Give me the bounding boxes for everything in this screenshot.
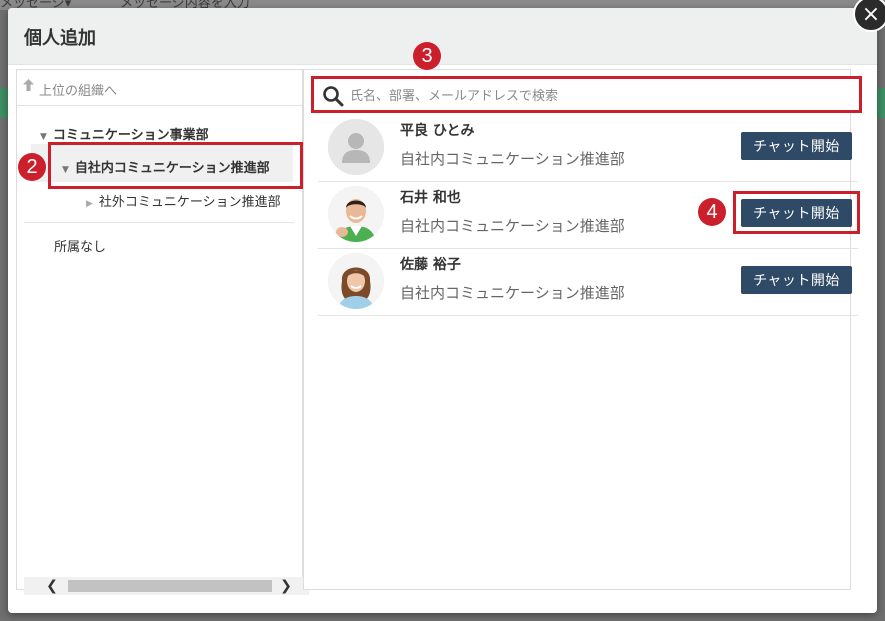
dialog-title: 個人追加 [24, 28, 96, 49]
scroll-left-icon[interactable]: ❮ [42, 577, 62, 595]
tree-item-communication-division[interactable]: ▼ コミュニケーション事業部 [40, 124, 209, 143]
annotation-badge-3: 3 [413, 42, 441, 70]
person-row: 平良 ひとみ 自社内コミュニケーション推進部 チャット開始 [318, 114, 858, 182]
up-arrow-icon [23, 79, 34, 95]
tree-horizontal-scrollbar[interactable]: ❮ ❯ [24, 577, 309, 595]
default-avatar-icon [328, 119, 384, 175]
parent-org-link[interactable]: 上位の組織へ [17, 70, 302, 106]
avatar-woman [328, 253, 384, 309]
parent-org-label: 上位の組織へ [39, 84, 118, 99]
tree-item-label: 社外コミュニケーション推進部 [98, 195, 281, 210]
person-name: 平良 ひとみ [400, 123, 475, 139]
start-chat-button[interactable]: チャット開始 [741, 132, 852, 160]
annotation-box-tree [48, 142, 303, 189]
tree-item-label: 所属なし [54, 240, 107, 255]
annotation-box-chat [733, 191, 860, 234]
person-dept: 自社内コミュニケーション推進部 [400, 217, 625, 235]
tree-item-external-comm[interactable]: ▶ 社外コミュニケーション推進部 [86, 191, 281, 210]
avatar-man [328, 186, 384, 242]
start-chat-button[interactable]: チャット開始 [741, 266, 852, 294]
caret-right-icon: ▶ [86, 199, 93, 209]
person-row: 佐藤 裕子 自社内コミュニケーション推進部 チャット開始 [318, 248, 858, 316]
dialog-header: 個人追加 [8, 8, 877, 65]
person-name: 佐藤 裕子 [400, 257, 461, 273]
search-input[interactable] [348, 83, 852, 109]
scroll-right-icon[interactable]: ❯ [276, 577, 296, 595]
close-icon[interactable]: × [853, 0, 885, 32]
person-dept: 自社内コミュニケーション推進部 [400, 150, 625, 168]
caret-down-icon: ▼ [40, 132, 47, 142]
tree-divider [24, 222, 294, 223]
tree-item-label: コミュニケーション事業部 [52, 128, 209, 143]
person-name: 石井 和也 [400, 190, 461, 206]
person-dept: 自社内コミュニケーション推進部 [400, 284, 625, 302]
scrollbar-thumb[interactable] [68, 580, 272, 592]
backdrop-green-strip-right [877, 88, 885, 118]
search-field[interactable] [311, 76, 862, 113]
backdrop-green-strip [0, 88, 8, 118]
annotation-badge-4: 4 [698, 198, 726, 226]
search-icon [322, 85, 344, 107]
annotation-badge-2: 2 [18, 153, 46, 181]
tree-item-unassigned[interactable]: 所属なし [54, 236, 106, 255]
